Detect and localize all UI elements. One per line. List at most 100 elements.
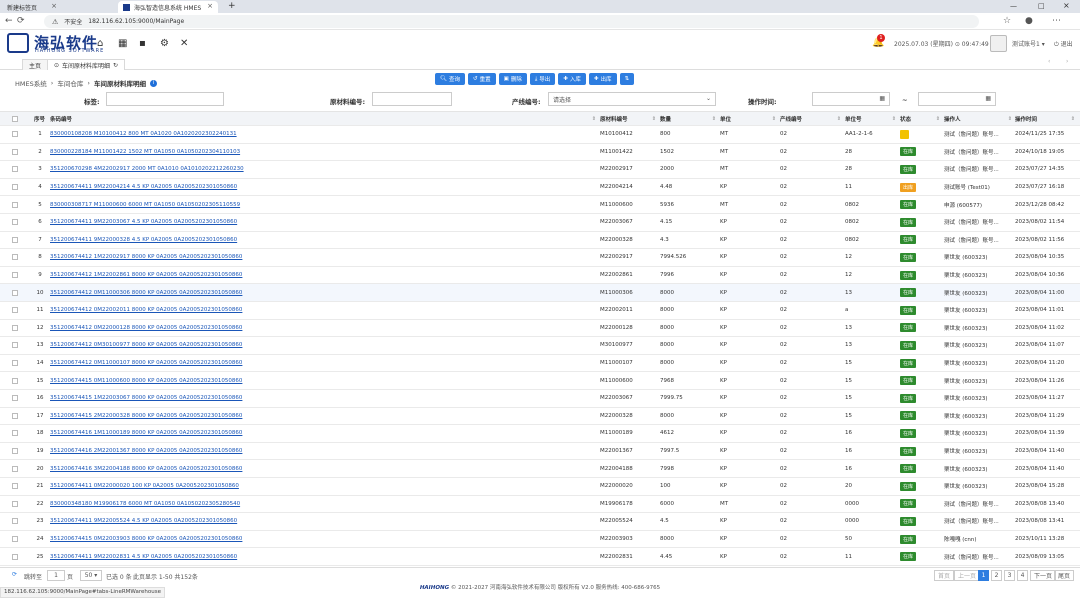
row-checkbox[interactable]: [12, 342, 18, 349]
column-header[interactable]: 产线编号 ⇕: [780, 112, 843, 125]
row-checkbox[interactable]: [12, 289, 18, 296]
barcode-link[interactable]: 351200674412 0M22000128 8000 KP 0A2005 0…: [50, 325, 242, 331]
material-input[interactable]: [372, 92, 452, 106]
reset-button[interactable]: ↺ 重置: [468, 73, 496, 85]
row-checkbox[interactable]: [12, 254, 18, 261]
barcode-link[interactable]: 830000348180 M19906178 6000 MT 0A1050 0A…: [50, 501, 240, 507]
refresh-icon[interactable]: ↻: [113, 62, 118, 69]
settings-icon[interactable]: ⚙: [160, 38, 169, 49]
table-row[interactable]: 3 351200670298 4M22002917 2000 MT 0A1010 …: [0, 161, 1080, 179]
row-checkbox[interactable]: [12, 430, 18, 437]
tab-home[interactable]: 主页: [22, 59, 49, 70]
row-checkbox[interactable]: [12, 465, 18, 472]
time-end-input[interactable]: ▦: [918, 92, 996, 106]
table-row[interactable]: 14 351200674412 0M11000107 8000 KP 0A2005…: [0, 355, 1080, 373]
table-row[interactable]: 13 351200674412 0M30100977 8000 KP 0A2005…: [0, 337, 1080, 355]
row-checkbox[interactable]: [12, 201, 18, 208]
table-row[interactable]: 8 351200674412 1M22002917 8000 KP 0A2005 …: [0, 249, 1080, 267]
row-checkbox[interactable]: [12, 324, 18, 331]
column-header[interactable]: 单位号 ⇕: [845, 112, 898, 125]
column-settings-button[interactable]: ⇅: [619, 73, 635, 85]
breadcrumb-item[interactable]: HMES系统: [15, 78, 47, 88]
row-checkbox[interactable]: [12, 166, 18, 173]
back-icon[interactable]: ←: [5, 16, 13, 26]
table-row[interactable]: 17 351200674415 2M22000328 8000 KP 0A2005…: [0, 408, 1080, 426]
sort-icon[interactable]: ⇕: [652, 116, 656, 122]
page-button-1[interactable]: 1: [978, 570, 989, 581]
row-checkbox[interactable]: [12, 553, 18, 560]
column-header[interactable]: 操作时间 ⇕: [1015, 112, 1077, 125]
window-close-icon[interactable]: ×: [1063, 1, 1070, 10]
barcode-link[interactable]: 830000108208 M10100412 800 MT 0A1020 0A1…: [50, 131, 237, 137]
refresh-icon[interactable]: ⟳: [12, 571, 17, 578]
sort-icon[interactable]: ⇕: [592, 116, 596, 122]
barcode-link[interactable]: 351200674416 3M22004188 8000 KP 0A2005 0…: [50, 466, 242, 472]
row-checkbox[interactable]: [12, 448, 18, 455]
row-checkbox[interactable]: [12, 272, 18, 279]
barcode-link[interactable]: 351200674411 9M22003067 4.5 KP 0A2005 0A…: [50, 219, 237, 225]
table-row[interactable]: 15 351200674415 0M11000600 8000 KP 0A2005…: [0, 372, 1080, 390]
barcode-link[interactable]: 351200674411 9M22000328 4.5 KP 0A2005 0A…: [50, 237, 237, 243]
browser-tab-hmes[interactable]: 海弘智造信息系统 HMES ×: [118, 1, 218, 13]
column-header[interactable]: 数量 ⇕: [660, 112, 718, 125]
table-row[interactable]: 21 351200674411 0M22000020 100 KP 0A2005 …: [0, 478, 1080, 496]
close-icon[interactable]: ×: [207, 2, 213, 10]
barcode-link[interactable]: 351200674412 1M22002861 8000 KP 0A2005 0…: [50, 272, 242, 278]
stock-out-button[interactable]: ✚ 出库: [588, 73, 617, 85]
table-row[interactable]: 18 351200674416 1M11000189 8000 KP 0A2005…: [0, 425, 1080, 443]
sort-icon[interactable]: ⇕: [712, 116, 716, 122]
table-row[interactable]: 7 351200674411 9M22000328 4.5 KP 0A2005 0…: [0, 232, 1080, 250]
barcode-link[interactable]: 830000228184 M11001422 1502 MT 0A1050 0A…: [50, 149, 240, 155]
search-button[interactable]: 🔍︎ 查询: [435, 73, 465, 85]
row-checkbox[interactable]: [12, 236, 18, 243]
table-row[interactable]: 6 351200674411 9M22003067 4.5 KP 0A2005 0…: [0, 214, 1080, 232]
table-row[interactable]: 2 830000228184 M11001422 1502 MT 0A1050 0…: [0, 144, 1080, 162]
time-start-input[interactable]: ▦: [812, 92, 890, 106]
barcode-link[interactable]: 351200674411 9M22002831 4.5 KP 0A2005 0A…: [50, 554, 237, 560]
row-checkbox[interactable]: [12, 131, 18, 138]
column-header[interactable]: 序号: [34, 112, 46, 125]
profile-icon[interactable]: ●: [1025, 16, 1033, 26]
row-checkbox[interactable]: [12, 219, 18, 226]
row-checkbox[interactable]: [12, 518, 18, 525]
table-row[interactable]: 9 351200674412 1M22002861 8000 KP 0A2005 …: [0, 267, 1080, 285]
barcode-link[interactable]: 351200674415 0M11000600 8000 KP 0A2005 0…: [50, 378, 242, 384]
page-button-2[interactable]: 2: [991, 570, 1002, 581]
barcode-link[interactable]: 351200674411 0M22000020 100 KP 0A2005 0A…: [50, 483, 239, 489]
table-row[interactable]: 19 351200674416 2M22001367 8000 KP 0A2005…: [0, 443, 1080, 461]
barcode-link[interactable]: 351200674415 0M22003903 8000 KP 0A2005 0…: [50, 536, 242, 542]
barcode-link[interactable]: 351200674415 2M22000328 8000 KP 0A2005 0…: [50, 413, 242, 419]
logout-button[interactable]: ⏻ 退出: [1054, 39, 1073, 49]
column-header[interactable]: 条码编号 ⇕: [50, 112, 598, 125]
barcode-link[interactable]: 351200674412 1M22002917 8000 KP 0A2005 0…: [50, 254, 242, 260]
row-checkbox[interactable]: [12, 307, 18, 314]
sort-icon[interactable]: ⇕: [1071, 116, 1075, 122]
barcode-link[interactable]: 351200674412 0M30100977 8000 KP 0A2005 0…: [50, 342, 242, 348]
tab-scroll-right-icon[interactable]: ›: [1066, 58, 1068, 65]
table-row[interactable]: 1 830000108208 M10100412 800 MT 0A1020 0A…: [0, 126, 1080, 144]
row-checkbox[interactable]: [12, 377, 18, 384]
avatar[interactable]: [990, 35, 1007, 52]
close-icon[interactable]: ×: [51, 2, 57, 10]
tab-scroll-left-icon[interactable]: ‹: [1048, 58, 1050, 65]
last-page-button[interactable]: 尾页: [1054, 570, 1075, 581]
barcode-link[interactable]: 351200674411 9M22005524 4.5 KP 0A2005 0A…: [50, 518, 237, 524]
page-button-4[interactable]: 4: [1017, 570, 1028, 581]
barcode-link[interactable]: 351200674411 9M22004214 4.5 KP 0A2005 0A…: [50, 184, 237, 190]
barcode-link[interactable]: 351200674416 1M11000189 8000 KP 0A2005 0…: [50, 430, 242, 436]
select-all-checkbox[interactable]: [12, 115, 18, 122]
line-select[interactable]: 请选择 ⌄: [548, 92, 716, 106]
sort-icon[interactable]: ⇕: [1008, 116, 1012, 122]
prev-page-button[interactable]: 上一页: [954, 570, 981, 581]
delete-button[interactable]: ▣ 删除: [498, 73, 527, 85]
row-checkbox[interactable]: [12, 536, 18, 543]
barcode-link[interactable]: 351200674412 0M11000306 8000 KP 0A2005 0…: [50, 290, 242, 296]
table-row[interactable]: 16 351200674415 1M22003067 8000 KP 0A2005…: [0, 390, 1080, 408]
info-icon[interactable]: i: [149, 79, 157, 87]
minimize-icon[interactable]: —: [1010, 2, 1017, 10]
barcode-link[interactable]: 351200674412 0M11000107 8000 KP 0A2005 0…: [50, 360, 242, 366]
table-row[interactable]: 24 351200674415 0M22003903 8000 KP 0A2005…: [0, 531, 1080, 549]
barcode-link[interactable]: 351200674412 0M22002011 8000 KP 0A2005 0…: [50, 307, 242, 313]
first-page-button[interactable]: 首页: [934, 570, 955, 581]
row-checkbox[interactable]: [12, 412, 18, 419]
